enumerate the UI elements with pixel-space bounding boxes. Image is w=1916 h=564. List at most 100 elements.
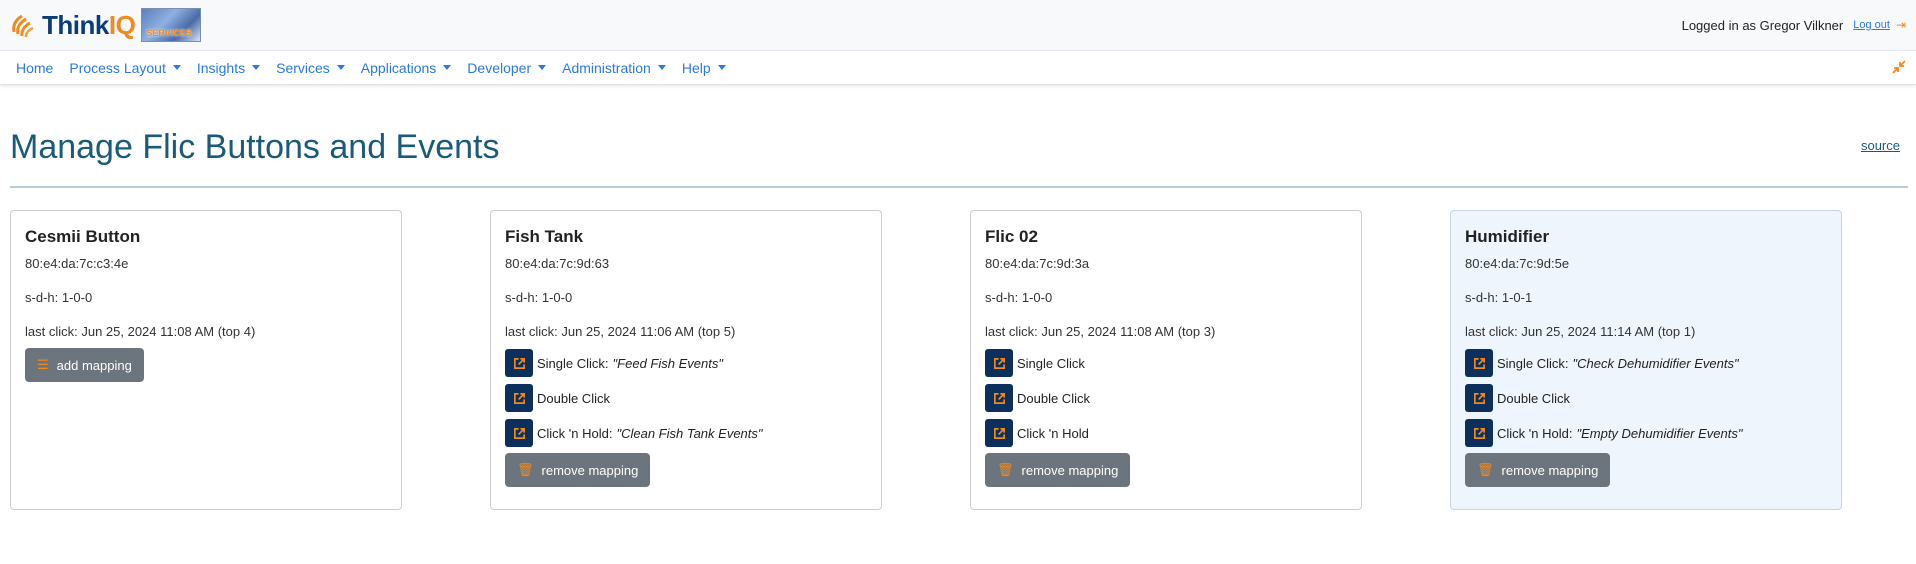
- caret-down-icon: [443, 65, 452, 70]
- mapping-trigger: Click 'n Hold: [537, 425, 609, 441]
- external-link-icon: [1473, 357, 1485, 369]
- mapping-trigger: Double Click: [537, 390, 610, 406]
- mapping-trigger: Double Click: [1497, 390, 1570, 406]
- mapping-event: "Feed Fish Events": [612, 355, 723, 371]
- card-title: Humidifier: [1465, 227, 1550, 246]
- open-link-button[interactable]: [505, 349, 533, 377]
- flic-card: Flic 02 80:e4:da:7c:9d:3a s-d-h: 1-0-0 l…: [970, 210, 1362, 510]
- mapping-row: Single Click: [985, 349, 1347, 377]
- mac-address: 80:e4:da:7c:9d:3a: [985, 256, 1090, 271]
- last-click-text: last click: Jun 25, 2024 11:14 AM (top 1…: [1465, 324, 1696, 339]
- flic-button-cards: Cesmii Button 80:e4:da:7c:c3:4e s-d-h: 1…: [0, 188, 1916, 510]
- sdh-text: s-d-h: 1-0-1: [1465, 290, 1533, 305]
- external-link-icon: [993, 357, 1005, 369]
- logo-text: ThinkIQ: [42, 9, 136, 40]
- external-link-icon: [993, 427, 1005, 439]
- mapping-trigger: Single Click: [1017, 355, 1085, 371]
- nav-administration[interactable]: Administration: [554, 60, 674, 76]
- remove-mapping-button[interactable]: 🗑︎ remove mapping: [1465, 453, 1611, 487]
- mapping-row: Click 'n Hold : "Clean Fish Tank Events": [505, 419, 867, 447]
- nav-insights[interactable]: Insights: [189, 60, 268, 76]
- thinkiq-swirl-icon: [12, 14, 34, 38]
- caret-down-icon: [252, 65, 261, 70]
- logout-link[interactable]: Log out: [1853, 19, 1890, 31]
- external-link-icon: [513, 392, 525, 404]
- nav-developer[interactable]: Developer: [459, 60, 554, 76]
- mapping-trigger: Click 'n Hold: [1497, 425, 1569, 441]
- nav-home[interactable]: Home: [8, 60, 61, 76]
- mapping-event: "Check Dehumidifier Events": [1572, 355, 1739, 371]
- trash-icon: 🗑︎: [1477, 462, 1494, 477]
- flic-card: Fish Tank 80:e4:da:7c:9d:63 s-d-h: 1-0-0…: [490, 210, 882, 510]
- card-title: Fish Tank: [505, 227, 584, 246]
- open-link-button[interactable]: [1465, 419, 1493, 447]
- mapping-trigger: Click 'n Hold: [1017, 425, 1089, 441]
- external-link-icon: [1473, 427, 1485, 439]
- add-mapping-button[interactable]: ☰ add mapping: [25, 348, 144, 382]
- source-link[interactable]: source: [1861, 138, 1906, 167]
- open-link-button[interactable]: [985, 349, 1013, 377]
- nav-help[interactable]: Help: [674, 60, 734, 76]
- collapse-icon[interactable]: [1892, 60, 1906, 74]
- open-link-button[interactable]: [985, 384, 1013, 412]
- main-nav: Home Process Layout Insights Services Ap…: [0, 51, 1916, 85]
- mapping-row: Double Click: [1465, 384, 1827, 412]
- external-link-icon: [513, 357, 525, 369]
- layers-icon: ☰: [37, 357, 49, 372]
- mac-address: 80:e4:da:7c:c3:4e: [25, 256, 129, 271]
- user-info: Logged in as Gregor Vilkner Log out ⇥: [1682, 18, 1906, 33]
- nav-applications[interactable]: Applications: [353, 60, 460, 76]
- mapping-row: Click 'n Hold: [985, 419, 1347, 447]
- mapping-row: Click 'n Hold : "Empty Dehumidifier Event…: [1465, 419, 1827, 447]
- flic-card: Humidifier 80:e4:da:7c:9d:5e s-d-h: 1-0-…: [1450, 210, 1842, 510]
- open-link-button[interactable]: [1465, 349, 1493, 377]
- caret-down-icon: [657, 65, 666, 70]
- open-link-button[interactable]: [985, 419, 1013, 447]
- page-title: Manage Flic Buttons and Events: [10, 128, 500, 166]
- page-header: Manage Flic Buttons and Events source: [0, 85, 1916, 167]
- mapping-row: Single Click : "Feed Fish Events": [505, 349, 867, 377]
- mapping-trigger: Single Click: [1497, 355, 1565, 371]
- nav-services[interactable]: Services: [268, 60, 353, 76]
- mapping-row: Double Click: [505, 384, 867, 412]
- nav-process-layout[interactable]: Process Layout: [61, 60, 189, 76]
- trash-icon: 🗑︎: [517, 462, 534, 477]
- last-click-text: last click: Jun 25, 2024 11:08 AM (top 3…: [985, 324, 1216, 339]
- mapping-row: Single Click : "Check Dehumidifier Events…: [1465, 349, 1827, 377]
- open-link-button[interactable]: [505, 384, 533, 412]
- card-title: Flic 02: [985, 227, 1038, 246]
- external-link-icon: [993, 392, 1005, 404]
- caret-down-icon: [717, 65, 726, 70]
- mapping-separator: :: [604, 355, 609, 371]
- external-link-icon: [513, 427, 525, 439]
- sdh-text: s-d-h: 1-0-0: [985, 290, 1053, 305]
- mapping-row: Double Click: [985, 384, 1347, 412]
- open-link-button[interactable]: [1465, 384, 1493, 412]
- trash-icon: 🗑︎: [997, 462, 1014, 477]
- mapping-event: "Empty Dehumidifier Events": [1576, 425, 1743, 441]
- flic-card: Cesmii Button 80:e4:da:7c:c3:4e s-d-h: 1…: [10, 210, 402, 510]
- services-badge: SERVICES: [141, 8, 202, 42]
- logged-in-text: Logged in as Gregor Vilkner: [1681, 17, 1844, 33]
- last-click-text: last click: Jun 25, 2024 11:08 AM (top 4…: [25, 324, 256, 339]
- mapping-separator: :: [1568, 425, 1573, 441]
- mac-address: 80:e4:da:7c:9d:63: [505, 256, 610, 271]
- last-click-text: last click: Jun 25, 2024 11:06 AM (top 5…: [505, 324, 736, 339]
- mapping-event: "Clean Fish Tank Events": [616, 425, 763, 441]
- caret-down-icon: [538, 65, 547, 70]
- caret-down-icon: [336, 65, 345, 70]
- mapping-trigger: Single Click: [537, 355, 605, 371]
- caret-down-icon: [172, 65, 181, 70]
- brand-logo[interactable]: ThinkIQ SERVICES: [10, 8, 202, 42]
- open-link-button[interactable]: [505, 419, 533, 447]
- top-header: ThinkIQ SERVICES Logged in as Gregor Vil…: [0, 0, 1916, 51]
- card-title: Cesmii Button: [25, 227, 141, 246]
- logout-icon[interactable]: ⇥: [1896, 18, 1906, 32]
- sdh-text: s-d-h: 1-0-0: [505, 290, 573, 305]
- sdh-text: s-d-h: 1-0-0: [25, 290, 93, 305]
- remove-mapping-button[interactable]: 🗑︎ remove mapping: [985, 453, 1131, 487]
- remove-mapping-button[interactable]: 🗑︎ remove mapping: [505, 453, 651, 487]
- mapping-separator: :: [608, 425, 613, 441]
- mapping-trigger: Double Click: [1017, 390, 1090, 406]
- external-link-icon: [1473, 392, 1485, 404]
